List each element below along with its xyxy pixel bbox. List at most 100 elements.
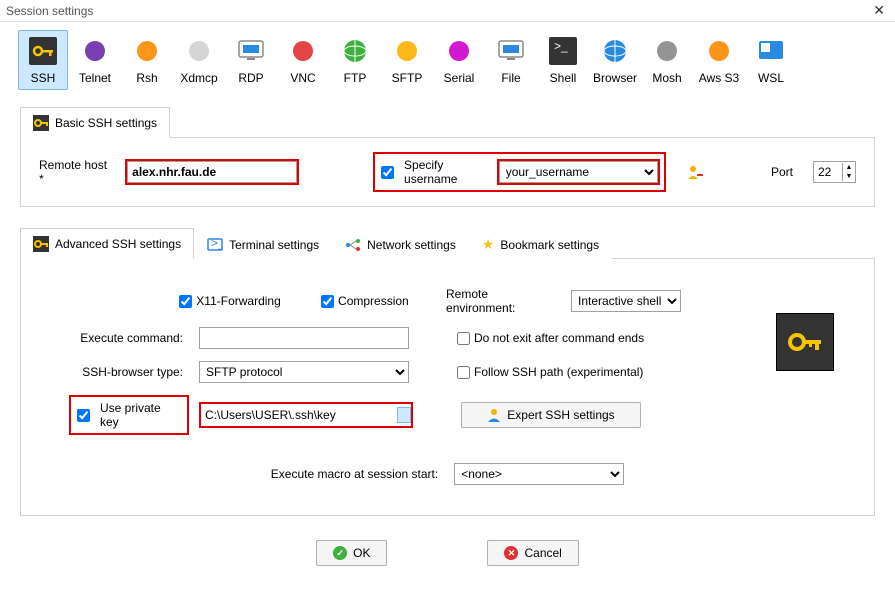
ssh-icon bbox=[21, 35, 65, 67]
expert-ssh-label: Expert SSH settings bbox=[507, 408, 614, 422]
cancel-button[interactable]: ✕ Cancel bbox=[487, 540, 578, 566]
session-type-wsl[interactable]: WSL bbox=[746, 30, 796, 90]
compression-checkbox[interactable] bbox=[321, 295, 334, 308]
session-type-label: Aws S3 bbox=[697, 71, 741, 85]
advanced-tabset: Advanced SSH settings >_ Terminal settin… bbox=[20, 227, 875, 259]
x11-checkbox[interactable] bbox=[179, 295, 192, 308]
window-title: Session settings bbox=[6, 4, 93, 18]
private-key-path-input[interactable] bbox=[201, 404, 391, 426]
terminal-icon: >_ bbox=[207, 237, 223, 253]
rdp-icon bbox=[229, 35, 273, 67]
key-icon bbox=[33, 236, 49, 252]
session-type-label: FTP bbox=[333, 71, 377, 85]
use-private-key-checkbox[interactable] bbox=[77, 409, 90, 422]
cancel-label: Cancel bbox=[524, 546, 561, 560]
execute-command-label: Execute command: bbox=[61, 331, 183, 345]
use-private-key-group: Use private key bbox=[69, 395, 189, 435]
session-type-label: RDP bbox=[229, 71, 273, 85]
tab-label: Advanced SSH settings bbox=[55, 237, 181, 251]
star-icon: ★ bbox=[482, 236, 495, 253]
session-type-browser[interactable]: Browser bbox=[590, 30, 640, 90]
port-spinner[interactable]: ▲ ▼ bbox=[813, 161, 856, 183]
session-type-aws-s3[interactable]: Aws S3 bbox=[694, 30, 744, 90]
dialog-buttons: ✓ OK ✕ Cancel bbox=[0, 516, 895, 590]
session-type-rdp[interactable]: RDP bbox=[226, 30, 276, 90]
session-type-label: Telnet bbox=[73, 71, 117, 85]
port-down-icon[interactable]: ▼ bbox=[843, 172, 855, 181]
port-input[interactable] bbox=[814, 163, 842, 181]
sftp-icon bbox=[385, 35, 429, 67]
basic-section: Basic SSH settings Remote host * Specify… bbox=[20, 106, 875, 207]
tab-label: Bookmark settings bbox=[500, 238, 599, 252]
session-type-file[interactable]: File bbox=[486, 30, 536, 90]
session-type-xdmcp[interactable]: Xdmcp bbox=[174, 30, 224, 90]
network-icon bbox=[345, 237, 361, 253]
macro-select[interactable]: <none> bbox=[454, 463, 624, 485]
session-type-serial[interactable]: Serial bbox=[434, 30, 484, 90]
title-bar: Session settings ✕ bbox=[0, 0, 895, 21]
session-type-shell[interactable]: >_Shell bbox=[538, 30, 588, 90]
tab-bookmark-settings[interactable]: ★ Bookmark settings bbox=[469, 228, 612, 259]
svg-text:>_: >_ bbox=[211, 237, 223, 250]
follow-ssh-label: Follow SSH path (experimental) bbox=[474, 365, 643, 379]
session-type-label: SSH bbox=[21, 71, 65, 85]
ok-label: OK bbox=[353, 546, 370, 560]
follow-ssh-checkbox[interactable] bbox=[457, 366, 470, 379]
tab-basic-ssh[interactable]: Basic SSH settings bbox=[20, 107, 170, 138]
compression-label: Compression bbox=[338, 294, 409, 308]
tab-terminal-settings[interactable]: >_ Terminal settings bbox=[194, 229, 332, 259]
session-type-mosh[interactable]: Mosh bbox=[642, 30, 692, 90]
specify-username-group: Specify username your_username bbox=[373, 152, 666, 192]
svg-text:>_: >_ bbox=[554, 39, 568, 53]
file-icon bbox=[489, 35, 533, 67]
execute-command-input[interactable] bbox=[199, 327, 409, 349]
session-type-label: Serial bbox=[437, 71, 481, 85]
ssh-browser-select[interactable]: SFTP protocol bbox=[199, 361, 409, 383]
do-not-exit-label: Do not exit after command ends bbox=[474, 331, 644, 345]
tab-network-settings[interactable]: Network settings bbox=[332, 229, 469, 259]
tab-label: Terminal settings bbox=[229, 238, 319, 252]
session-type-label: Browser bbox=[593, 71, 637, 85]
ok-button[interactable]: ✓ OK bbox=[316, 540, 387, 566]
key-icon bbox=[33, 115, 49, 131]
aws-s3-icon bbox=[697, 35, 741, 67]
compression-group: Compression bbox=[321, 294, 430, 308]
username-input[interactable]: your_username bbox=[499, 161, 658, 183]
session-type-rsh[interactable]: Rsh bbox=[122, 30, 172, 90]
ftp-icon bbox=[333, 35, 377, 67]
session-type-vnc[interactable]: VNC bbox=[278, 30, 328, 90]
close-icon[interactable]: ✕ bbox=[869, 2, 889, 19]
remote-env-select[interactable]: Interactive shell bbox=[571, 290, 681, 312]
macro-label: Execute macro at session start: bbox=[271, 467, 438, 481]
shell-icon: >_ bbox=[541, 35, 585, 67]
xdmcp-icon bbox=[177, 35, 221, 67]
expert-ssh-button[interactable]: Expert SSH settings bbox=[461, 402, 641, 428]
session-type-ftp[interactable]: FTP bbox=[330, 30, 380, 90]
session-type-sftp[interactable]: SFTP bbox=[382, 30, 432, 90]
advanced-panel: X11-Forwarding Compression Remote enviro… bbox=[20, 259, 875, 516]
tab-advanced-ssh[interactable]: Advanced SSH settings bbox=[20, 228, 194, 259]
do-not-exit-group: Do not exit after command ends bbox=[457, 331, 644, 345]
session-type-label: Xdmcp bbox=[177, 71, 221, 85]
session-type-label: VNC bbox=[281, 71, 325, 85]
x11-group: X11-Forwarding bbox=[179, 294, 305, 308]
serial-icon bbox=[437, 35, 481, 67]
specify-username-checkbox[interactable] bbox=[381, 166, 394, 179]
do-not-exit-checkbox[interactable] bbox=[457, 332, 470, 345]
session-type-ssh[interactable]: SSH bbox=[18, 30, 68, 90]
browse-file-icon[interactable] bbox=[397, 407, 411, 423]
user-icon[interactable] bbox=[686, 162, 704, 182]
rsh-icon bbox=[125, 35, 169, 67]
specify-username-label: Specify username bbox=[404, 158, 489, 186]
use-private-key-label: Use private key bbox=[100, 401, 181, 429]
follow-ssh-group: Follow SSH path (experimental) bbox=[457, 365, 643, 379]
session-type-telnet[interactable]: Telnet bbox=[70, 30, 120, 90]
wsl-icon bbox=[749, 35, 793, 67]
port-up-icon[interactable]: ▲ bbox=[843, 163, 855, 172]
basic-tabset: Basic SSH settings bbox=[20, 106, 875, 138]
remote-host-input[interactable] bbox=[127, 161, 297, 183]
port-label: Port bbox=[771, 165, 793, 179]
vnc-icon bbox=[281, 35, 325, 67]
session-type-label: Rsh bbox=[125, 71, 169, 85]
session-big-key-icon bbox=[776, 313, 834, 371]
